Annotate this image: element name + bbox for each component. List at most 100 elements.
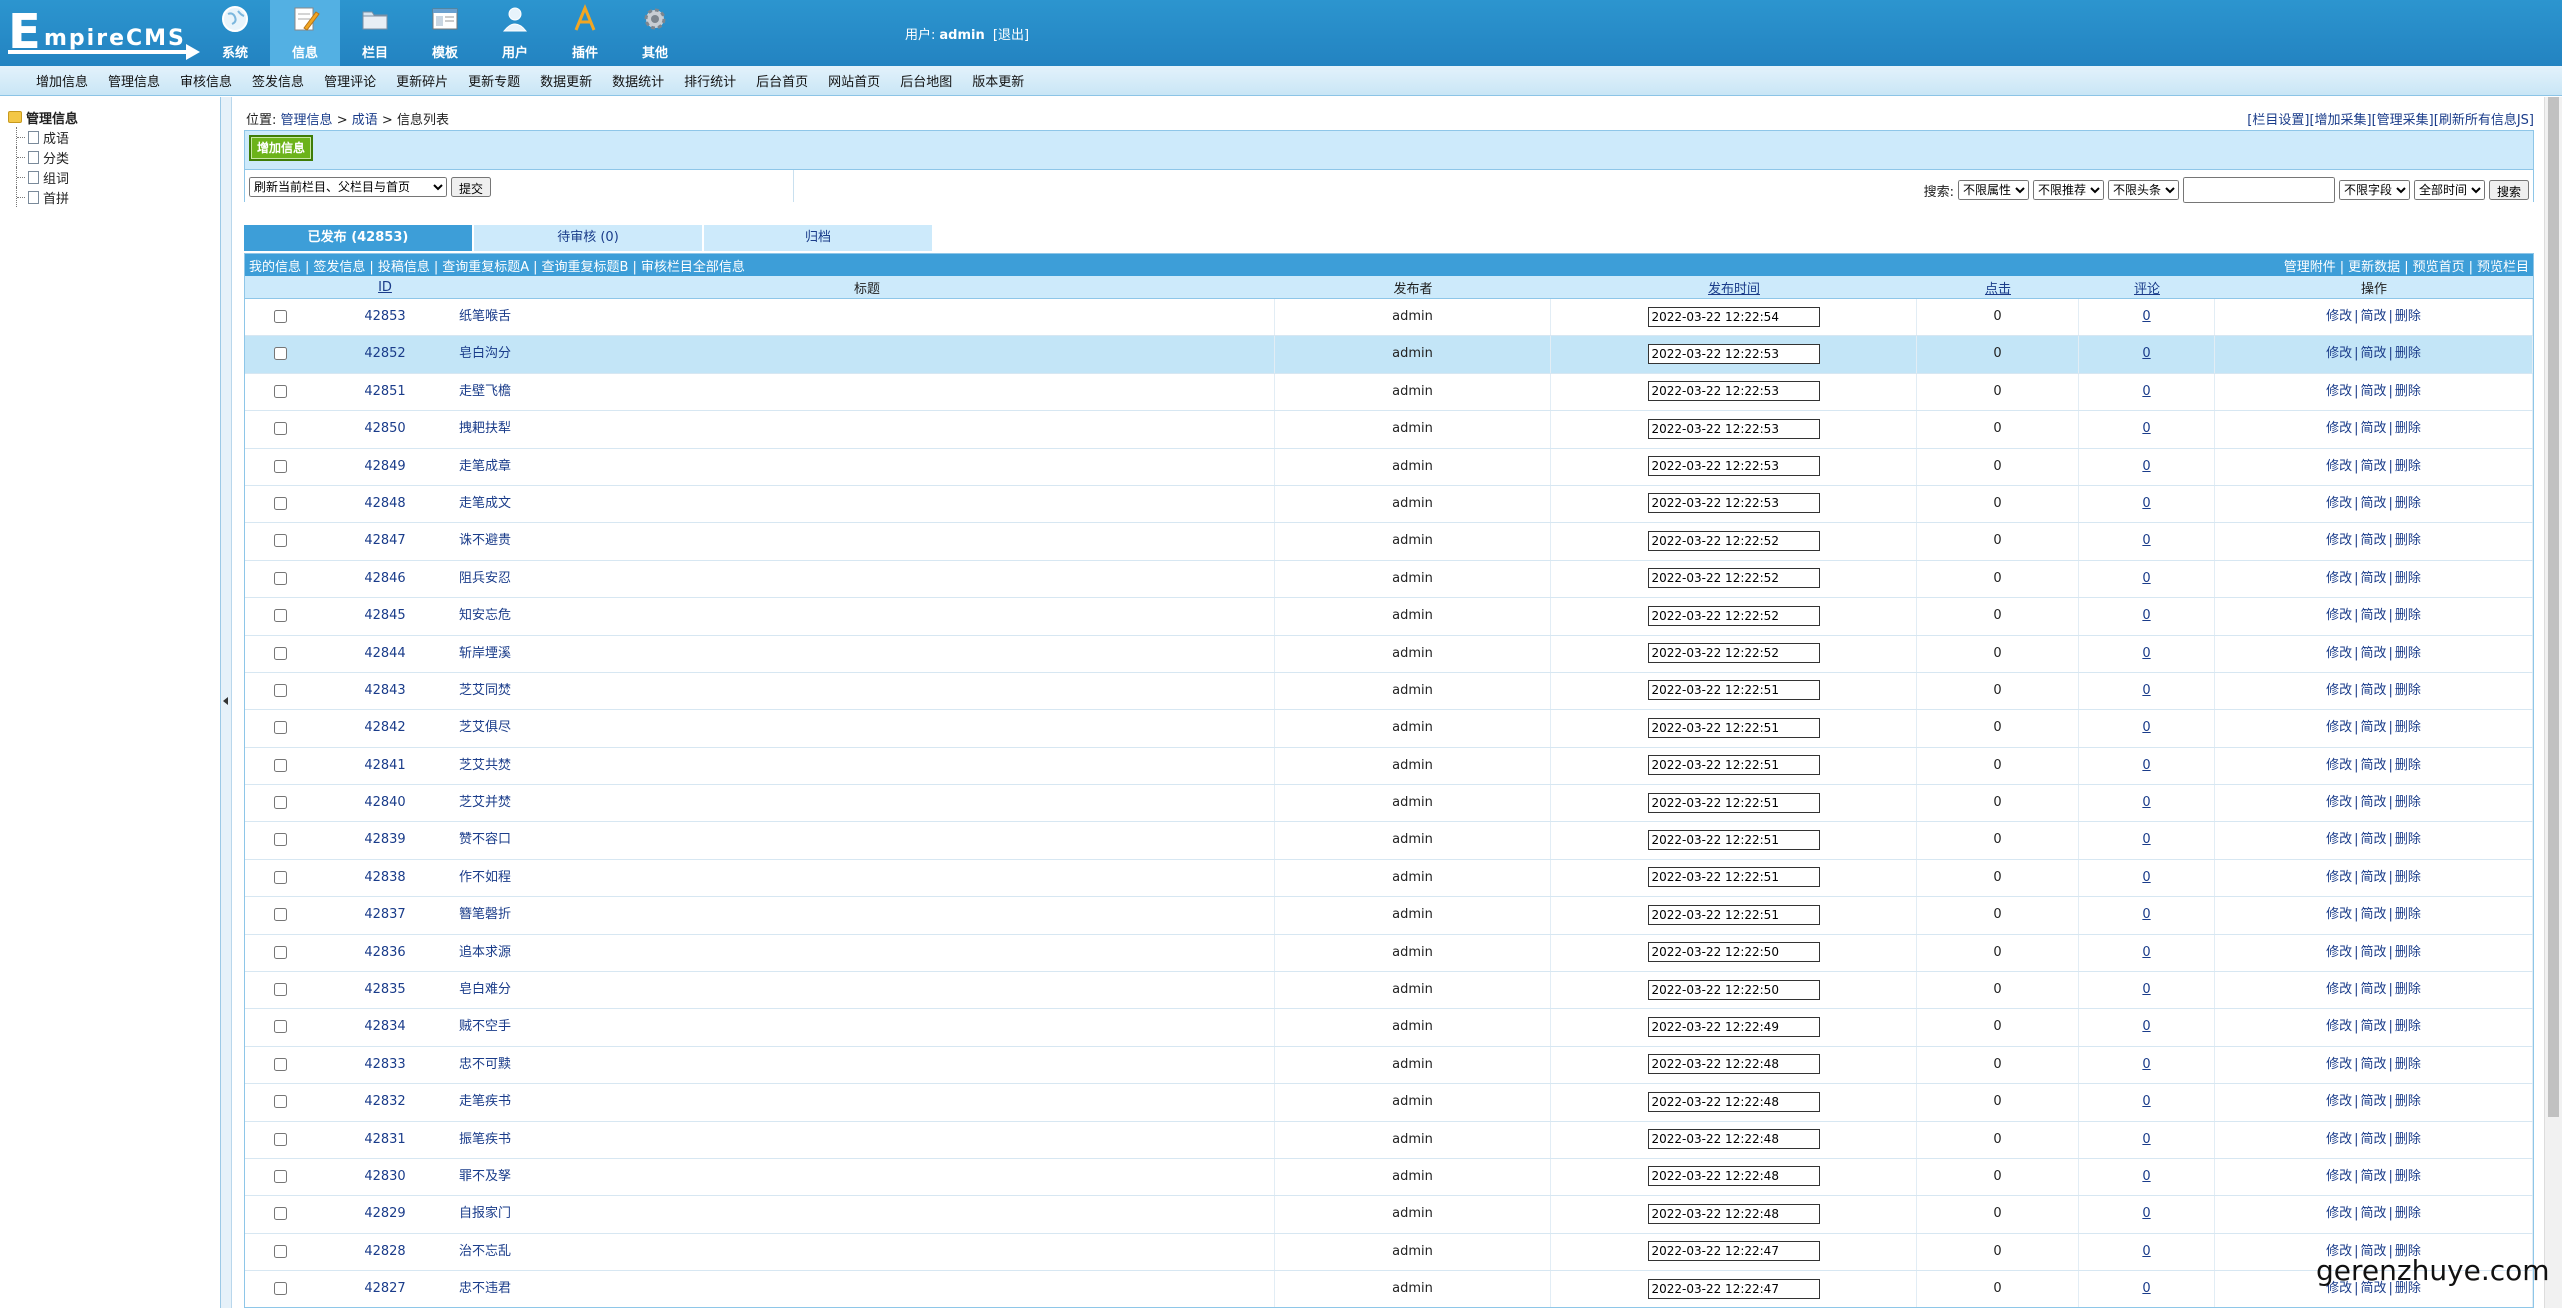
scrollbar-thumb[interactable] — [2548, 97, 2559, 1117]
delete-link[interactable]: 删除 — [2395, 1132, 2421, 1147]
quick-edit-link[interactable]: 简改 — [2360, 384, 2386, 399]
row-id-link[interactable]: 42848 — [364, 496, 405, 511]
links-right-3[interactable]: 预览栏目 — [2477, 260, 2529, 275]
links-left-0[interactable]: 我的信息 — [249, 260, 301, 275]
row-comment-link[interactable]: 0 — [2142, 758, 2150, 773]
row-time-input[interactable] — [1647, 904, 1820, 925]
recommend-filter-select[interactable]: 不限推荐 — [2032, 180, 2104, 200]
sort-id-link[interactable]: ID — [378, 280, 392, 295]
links-right-2[interactable]: 预览首页 — [2413, 260, 2465, 275]
row-comment-link[interactable]: 0 — [2142, 945, 2150, 960]
row-comment-link[interactable]: 0 — [2142, 421, 2150, 436]
row-checkbox[interactable] — [273, 1132, 287, 1146]
row-id-link[interactable]: 42827 — [364, 1281, 405, 1296]
row-comment-link[interactable]: 0 — [2142, 1244, 2150, 1259]
row-id-link[interactable]: 42842 — [364, 720, 405, 735]
row-comment-link[interactable]: 0 — [2142, 608, 2150, 623]
topnav-item-1[interactable]: 信息 — [270, 0, 340, 66]
edit-link[interactable]: 修改 — [2326, 758, 2352, 773]
row-checkbox[interactable] — [273, 459, 287, 473]
row-time-input[interactable] — [1647, 568, 1820, 589]
row-id-link[interactable]: 42850 — [364, 421, 405, 436]
quick-edit-link[interactable]: 简改 — [2360, 459, 2386, 474]
edit-link[interactable]: 修改 — [2326, 1057, 2352, 1072]
delete-link[interactable]: 删除 — [2395, 945, 2421, 960]
row-time-input[interactable] — [1647, 456, 1820, 477]
time-filter-select[interactable]: 全部时间 — [2413, 180, 2485, 200]
header-id[interactable]: ID — [315, 280, 455, 295]
quick-edit-link[interactable]: 简改 — [2360, 945, 2386, 960]
row-checkbox[interactable] — [273, 1057, 287, 1071]
tab-0[interactable]: 已发布 (42853) — [244, 225, 472, 251]
quick-edit-link[interactable]: 简改 — [2360, 421, 2386, 436]
sidebar-item-2[interactable]: 组词 — [8, 167, 78, 187]
row-checkbox[interactable] — [273, 609, 287, 623]
row-checkbox[interactable] — [273, 646, 287, 660]
menubar-item-13[interactable]: 版本更新 — [972, 71, 1024, 90]
row-title-link[interactable]: 簪笔磬折 — [459, 907, 511, 922]
row-checkbox[interactable] — [273, 1244, 287, 1258]
links-left-2[interactable]: 投稿信息 — [378, 260, 430, 275]
page-scrollbar[interactable] — [2544, 97, 2562, 1308]
edit-link[interactable]: 修改 — [2326, 795, 2352, 810]
search-input[interactable] — [2182, 177, 2335, 203]
delete-link[interactable]: 删除 — [2395, 720, 2421, 735]
breadcrumb-manage-info[interactable]: 管理信息 — [281, 113, 333, 128]
delete-link[interactable]: 删除 — [2395, 533, 2421, 548]
sort-time-link[interactable]: 发布时间 — [1708, 282, 1760, 297]
header-time[interactable]: 发布时间 — [1551, 278, 1917, 297]
sidebar-collapse-strip[interactable] — [221, 97, 232, 1308]
row-time-input[interactable] — [1647, 867, 1820, 888]
row-title-link[interactable]: 走笔疾书 — [459, 1094, 511, 1109]
menubar-item-9[interactable]: 排行统计 — [684, 71, 736, 90]
row-title-link[interactable]: 芝艾同焚 — [459, 683, 511, 698]
row-id-link[interactable]: 42834 — [364, 1019, 405, 1034]
quick-edit-link[interactable]: 简改 — [2360, 683, 2386, 698]
row-checkbox[interactable] — [273, 833, 287, 847]
row-title-link[interactable]: 治不忘乱 — [459, 1244, 511, 1259]
quick-edit-link[interactable]: 简改 — [2360, 795, 2386, 810]
edit-link[interactable]: 修改 — [2326, 1206, 2352, 1221]
row-time-input[interactable] — [1647, 493, 1820, 514]
row-title-link[interactable]: 皂白沟分 — [459, 346, 511, 361]
row-comment-link[interactable]: 0 — [2142, 496, 2150, 511]
tree-root[interactable]: 管理信息 — [8, 107, 78, 127]
top-link-1[interactable]: [增加采集] — [2309, 113, 2371, 128]
links-left-5[interactable]: 审核栏目全部信息 — [641, 260, 745, 275]
row-title-link[interactable]: 罪不及孥 — [459, 1169, 511, 1184]
top-link-2[interactable]: [管理采集] — [2372, 113, 2434, 128]
row-checkbox[interactable] — [273, 310, 287, 323]
row-comment-link[interactable]: 0 — [2142, 720, 2150, 735]
sort-click-link[interactable]: 点击 — [1985, 282, 2011, 297]
quick-edit-link[interactable]: 简改 — [2360, 533, 2386, 548]
quick-edit-link[interactable]: 简改 — [2360, 758, 2386, 773]
row-title-link[interactable]: 贼不空手 — [459, 1019, 511, 1034]
delete-link[interactable]: 删除 — [2395, 795, 2421, 810]
row-time-input[interactable] — [1647, 1278, 1820, 1299]
logout-link[interactable]: [退出] — [993, 28, 1029, 43]
delete-link[interactable]: 删除 — [2395, 1206, 2421, 1221]
row-comment-link[interactable]: 0 — [2142, 309, 2150, 324]
quick-edit-link[interactable]: 简改 — [2360, 720, 2386, 735]
row-comment-link[interactable]: 0 — [2142, 1094, 2150, 1109]
row-checkbox[interactable] — [273, 758, 287, 772]
row-id-link[interactable]: 42833 — [364, 1057, 405, 1072]
row-checkbox[interactable] — [273, 796, 287, 810]
edit-link[interactable]: 修改 — [2326, 907, 2352, 922]
menubar-item-5[interactable]: 更新碎片 — [396, 71, 448, 90]
row-comment-link[interactable]: 0 — [2142, 870, 2150, 885]
delete-link[interactable]: 删除 — [2395, 982, 2421, 997]
row-title-link[interactable]: 自报家门 — [459, 1206, 511, 1221]
top-link-3[interactable]: [刷新所有信息JS] — [2434, 113, 2534, 128]
delete-link[interactable]: 删除 — [2395, 907, 2421, 922]
delete-link[interactable]: 删除 — [2395, 346, 2421, 361]
links-right-0[interactable]: 管理附件 — [2284, 260, 2336, 275]
menubar-item-4[interactable]: 管理评论 — [324, 71, 376, 90]
links-left-3[interactable]: 查询重复标题A — [442, 260, 529, 275]
row-id-link[interactable]: 42828 — [364, 1244, 405, 1259]
delete-link[interactable]: 删除 — [2395, 1094, 2421, 1109]
delete-link[interactable]: 删除 — [2395, 1019, 2421, 1034]
row-title-link[interactable]: 追本求源 — [459, 945, 511, 960]
quick-edit-link[interactable]: 简改 — [2360, 1019, 2386, 1034]
quick-edit-link[interactable]: 简改 — [2360, 907, 2386, 922]
